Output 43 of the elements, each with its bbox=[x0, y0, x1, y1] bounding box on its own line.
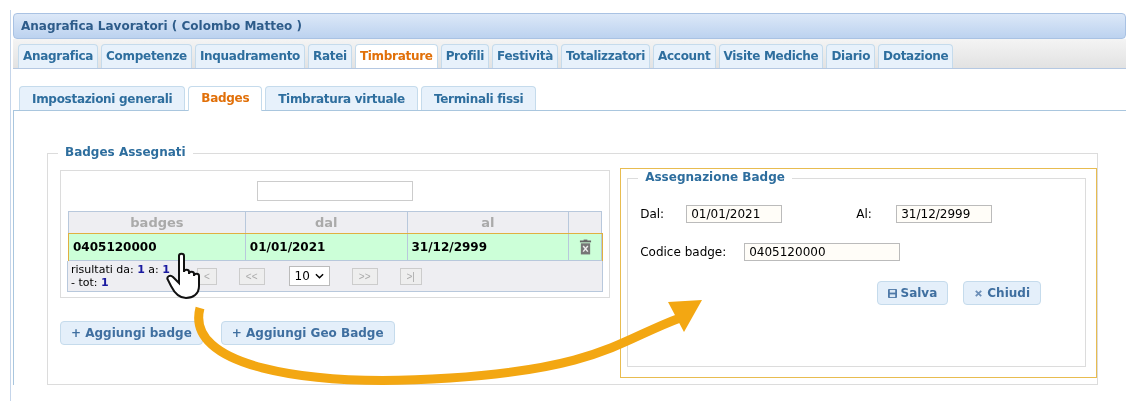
add-button[interactable]: + Aggiungi Geo Badge bbox=[220, 321, 395, 345]
field-label: Al: bbox=[856, 207, 873, 221]
column-header: dal bbox=[245, 211, 407, 234]
tab[interactable]: Timbrature bbox=[354, 44, 438, 68]
section-title: Badges Assegnati bbox=[58, 145, 193, 159]
chevron-icon bbox=[314, 273, 324, 279]
close-button[interactable]: Chiudi bbox=[963, 281, 1041, 305]
section-title: Assegnazione Badge bbox=[638, 170, 792, 184]
trash-icon[interactable] bbox=[578, 239, 592, 255]
tab[interactable]: Dotazione bbox=[878, 44, 954, 68]
search-field[interactable] bbox=[257, 181, 414, 201]
column-header: badges bbox=[68, 211, 246, 234]
window-title: Anagrafica Lavoratori ( Colombo Matteo ) bbox=[13, 13, 1126, 39]
tab[interactable]: Visite Mediche bbox=[718, 44, 824, 68]
field-label: Dal: bbox=[640, 207, 666, 221]
tab[interactable]: Account bbox=[653, 44, 716, 68]
field-label: Codice badge: bbox=[640, 245, 728, 259]
tab[interactable]: Competenze bbox=[101, 44, 192, 68]
tab[interactable]: Inquadramento bbox=[194, 44, 306, 68]
tab[interactable]: Diario bbox=[826, 44, 876, 68]
table-row[interactable]: 0405120000 01/01/2021 31/12/2999 bbox=[68, 233, 602, 261]
results-summary: risultati da: 1 a: 1 - tot: 1 bbox=[70, 263, 171, 289]
page-size-select[interactable]: 10 bbox=[288, 266, 330, 286]
add-button[interactable]: + Aggiungi badge bbox=[60, 321, 203, 345]
tab[interactable]: Anagrafica bbox=[18, 44, 99, 68]
floppy-icon bbox=[887, 288, 897, 298]
tab[interactable]: Profili bbox=[440, 44, 490, 68]
tab[interactable]: Festività bbox=[492, 44, 558, 68]
save-button[interactable]: Salva bbox=[876, 281, 949, 305]
input-field[interactable]: 0405120000 bbox=[744, 243, 901, 261]
tab[interactable]: Ratei bbox=[308, 44, 352, 68]
tab[interactable]: Terminali fissi bbox=[420, 86, 537, 110]
tab[interactable]: Badges bbox=[188, 86, 263, 111]
date-field[interactable]: 31/12/2999 bbox=[896, 205, 993, 223]
tab[interactable]: Impostazioni generali bbox=[19, 86, 186, 110]
tab[interactable]: Totalizzatori bbox=[560, 44, 651, 68]
close-icon bbox=[974, 288, 984, 298]
date-field[interactable]: 01/01/2021 bbox=[686, 205, 783, 223]
table-cell: 01/01/2021 bbox=[245, 233, 407, 261]
table-cell: 0405120000 bbox=[68, 233, 246, 261]
column-header: al bbox=[407, 211, 569, 234]
tab[interactable]: Timbratura virtuale bbox=[265, 86, 418, 110]
table-cell: 31/12/2999 bbox=[407, 233, 569, 261]
